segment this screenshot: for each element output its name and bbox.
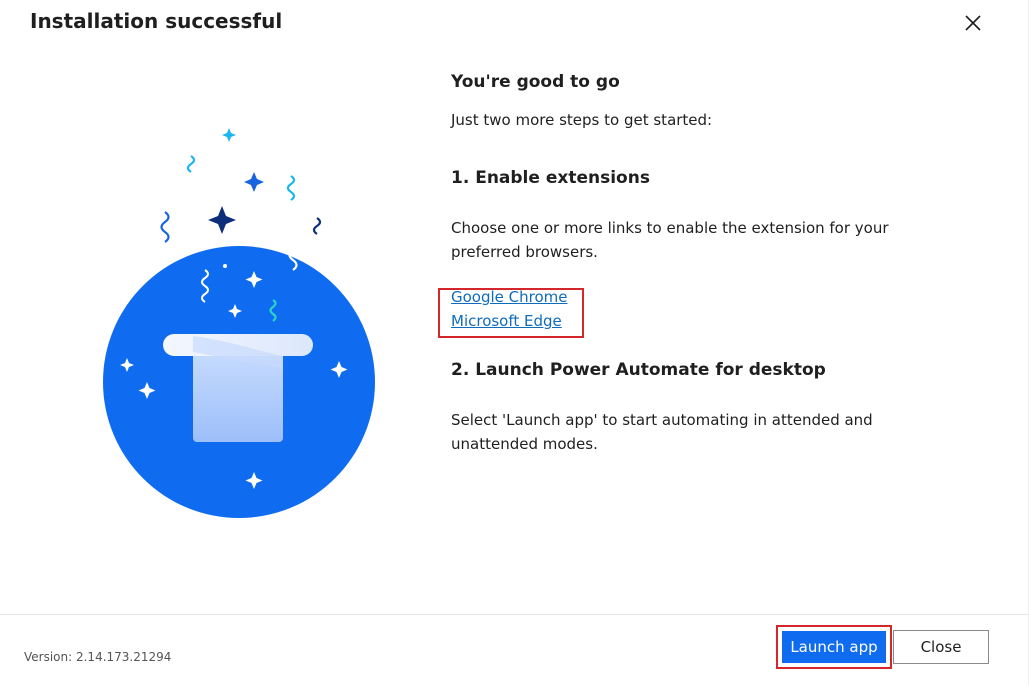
enable-extensions-text: Choose one or more links to enable the e… <box>451 219 889 261</box>
good-to-go-heading: You're good to go <box>451 72 620 92</box>
installation-dialog: Installation successful You're good to g… <box>0 0 1029 685</box>
google-chrome-link[interactable]: Google Chrome <box>451 288 568 306</box>
enable-extensions-heading: 1. Enable extensions <box>451 168 650 188</box>
close-icon <box>965 15 981 31</box>
footer-divider <box>0 614 1029 615</box>
launch-app-text: Select 'Launch app' to start automating … <box>451 411 873 453</box>
close-button[interactable]: Close <box>893 630 989 664</box>
launch-app-heading: 2. Launch Power Automate for desktop <box>451 360 826 380</box>
magic-hat-illustration <box>103 128 375 518</box>
close-dialog-button[interactable] <box>958 8 988 38</box>
version-label: Version: 2.14.173.21294 <box>24 650 172 664</box>
microsoft-edge-link[interactable]: Microsoft Edge <box>451 312 562 330</box>
intro-text: Just two more steps to get started: <box>451 111 713 129</box>
launch-app-button[interactable]: Launch app <box>782 631 886 663</box>
launch-button-highlight: Launch app <box>776 625 892 669</box>
dialog-title: Installation successful <box>30 9 283 33</box>
